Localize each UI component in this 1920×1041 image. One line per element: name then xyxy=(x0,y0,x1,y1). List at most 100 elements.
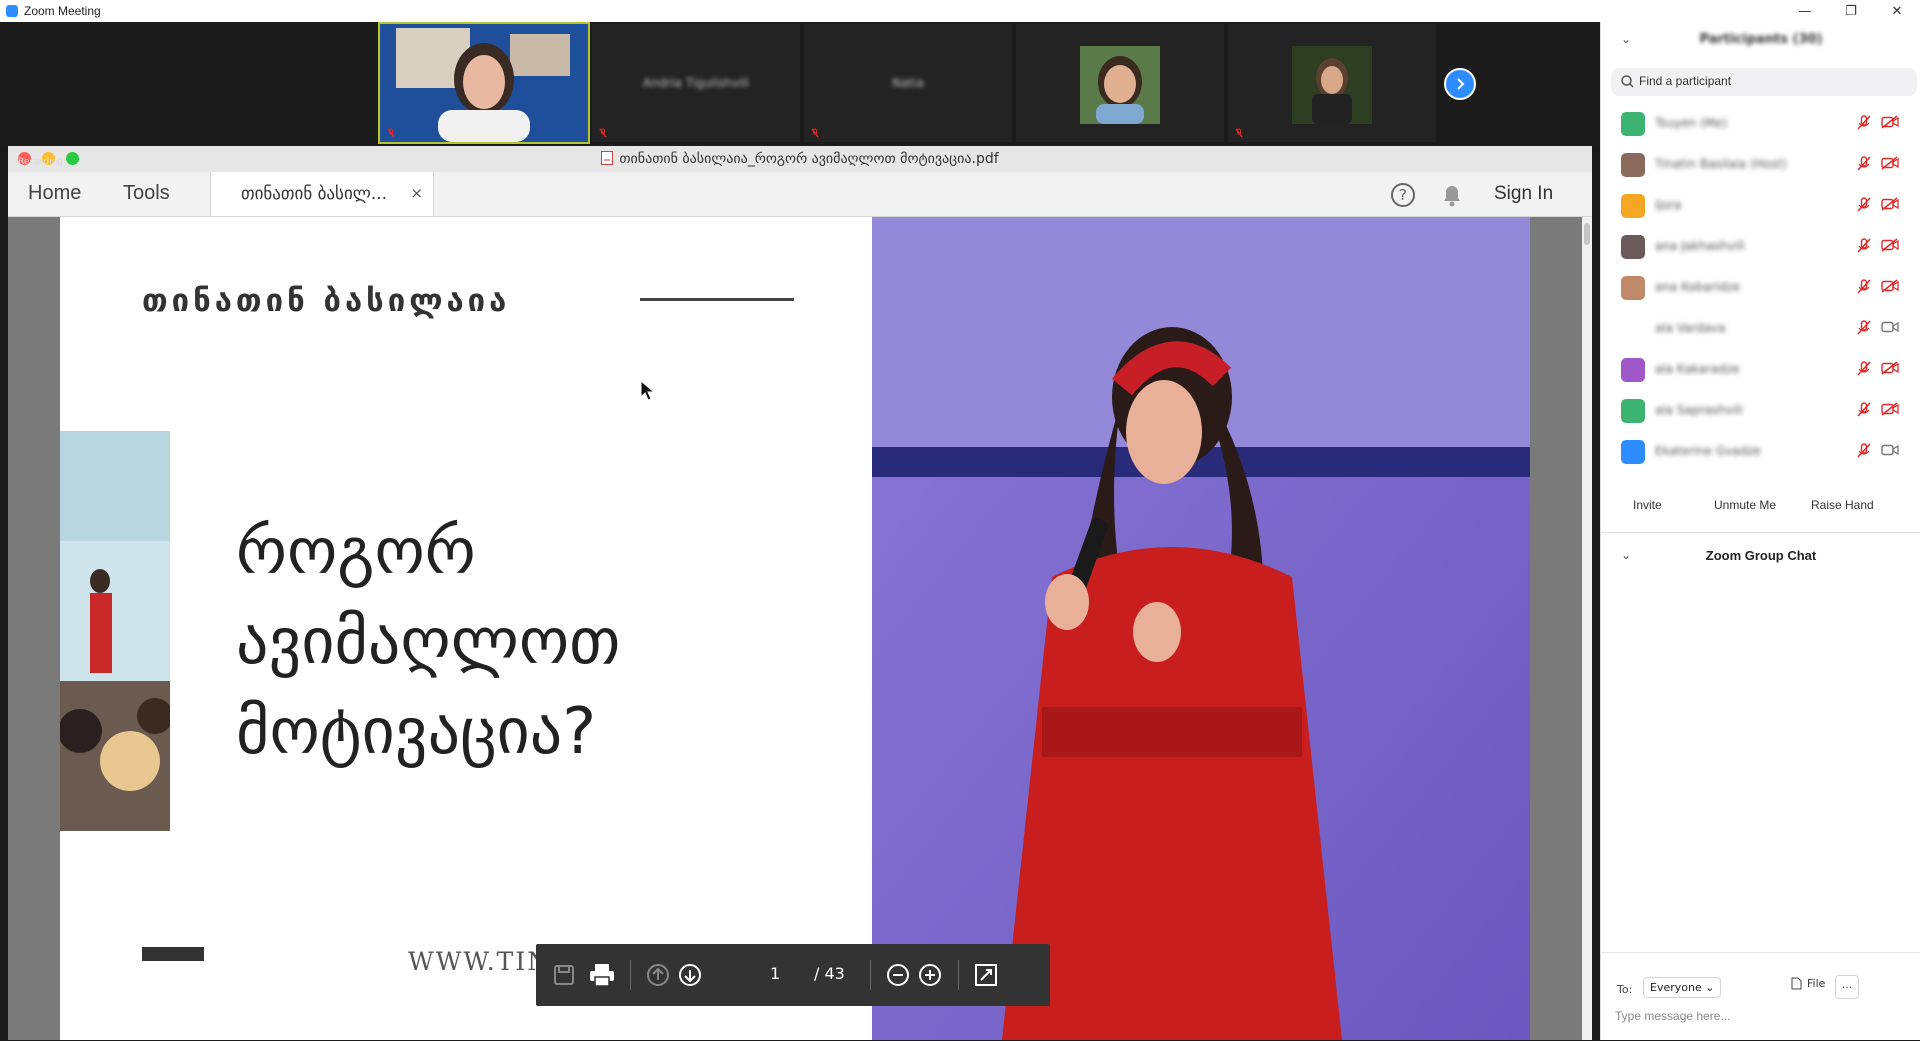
pdf-scrollbar[interactable] xyxy=(1582,217,1592,1040)
video-off-icon[interactable] xyxy=(1881,156,1899,170)
next-page-button[interactable] xyxy=(674,959,706,991)
video-off-icon[interactable] xyxy=(1881,279,1899,293)
sign-in-button[interactable]: Sign In xyxy=(1494,183,1553,205)
video-off-icon[interactable] xyxy=(1881,361,1899,375)
video-off-icon[interactable] xyxy=(1881,238,1899,252)
fit-page-icon xyxy=(975,964,997,986)
mic-muted-icon[interactable] xyxy=(1857,238,1871,254)
avatar xyxy=(1621,194,1645,218)
participant-row[interactable]: ala Vardava xyxy=(1601,309,1920,349)
svg-text:?: ? xyxy=(1399,186,1407,204)
participant-name: ana Jakhashvili xyxy=(1655,239,1745,253)
more-options-button[interactable]: ··· xyxy=(1835,975,1859,999)
participant-row[interactable]: ala Kakaradze xyxy=(1601,350,1920,390)
video-off-icon[interactable] xyxy=(1881,197,1899,211)
previous-page-button[interactable] xyxy=(642,959,674,991)
scroll-thumb[interactable] xyxy=(1584,223,1590,245)
window-titlebar: Zoom Meeting — ❐ ✕ xyxy=(0,0,1920,22)
mic-muted-icon[interactable] xyxy=(1857,402,1871,418)
mic-muted-icon[interactable] xyxy=(1857,115,1871,131)
raise-hand-button[interactable]: Raise Hand xyxy=(1811,492,1874,518)
participant-video xyxy=(1016,24,1224,142)
video-tile[interactable] xyxy=(1228,24,1436,142)
divider xyxy=(1601,532,1920,533)
participant-name: Ekaterine Gvadze xyxy=(1655,444,1761,458)
mic-muted-icon[interactable] xyxy=(1857,279,1871,295)
tools-tab[interactable]: Tools xyxy=(123,182,170,205)
pdf-page-controls: 1 / 43 xyxy=(536,944,1050,1006)
avatar xyxy=(1621,153,1645,177)
save-button[interactable] xyxy=(548,959,580,991)
window-title: Zoom Meeting xyxy=(24,4,101,18)
restore-button[interactable]: ❐ xyxy=(1828,0,1874,22)
video-on-icon[interactable] xyxy=(1881,443,1899,457)
separator xyxy=(630,960,631,990)
invite-button[interactable]: Invite xyxy=(1633,492,1662,518)
participant-row[interactable]: ana Jakhashvili xyxy=(1601,227,1920,267)
participant-row[interactable]: Tinatin Basilaia (Host) xyxy=(1601,145,1920,185)
home-tab[interactable]: Home xyxy=(28,182,81,205)
slide-title-line: მოტივაცია? xyxy=(236,695,597,769)
participants-header[interactable]: ⌄ Participants (30) xyxy=(1601,30,1920,54)
chat-header[interactable]: ⌄ Zoom Group Chat xyxy=(1601,544,1920,570)
avatar xyxy=(1621,112,1645,136)
decorative-line xyxy=(640,298,794,301)
participant-name: Ijora xyxy=(1655,198,1682,212)
avatar xyxy=(1621,317,1645,341)
avatar xyxy=(1621,235,1645,259)
video-tile[interactable]: Natia xyxy=(804,24,1012,142)
mic-muted-icon xyxy=(387,128,395,138)
speaker-large-photo xyxy=(872,217,1530,1040)
bell-icon[interactable] xyxy=(1440,182,1464,208)
participants-title: Participants (30) xyxy=(1699,32,1823,47)
message-input[interactable]: Type message here... xyxy=(1615,1009,1730,1023)
pdf-canvas[interactable]: თინათინ ბასილაია როგორ ავიმაღლოთ მოტივაც… xyxy=(8,217,1582,1040)
participant-row[interactable]: Tsuyen (Me) xyxy=(1601,104,1920,144)
mic-muted-icon[interactable] xyxy=(1857,361,1871,377)
pdf-titlebar: Recording თინათინ ბასილაია_როგორ ავიმაღლ… xyxy=(8,146,1592,173)
recipient-select[interactable]: Everyone ⌄ xyxy=(1643,977,1722,998)
find-participant-search[interactable]: Find a participant xyxy=(1611,68,1917,96)
separator xyxy=(958,960,959,990)
avatar xyxy=(1621,399,1645,423)
fit-page-button[interactable] xyxy=(970,959,1002,991)
document-tab[interactable]: თინათინ ბასილ... × xyxy=(210,172,434,216)
participant-row[interactable]: ana Kobaridze xyxy=(1601,268,1920,308)
slide-title-line: ავიმაღლოთ xyxy=(236,605,621,679)
tab-close-icon[interactable]: × xyxy=(410,184,423,202)
video-strip: Andria Tigulishvili Natia xyxy=(0,22,1600,146)
video-off-icon[interactable] xyxy=(1881,115,1899,129)
file-label: File xyxy=(1807,977,1826,990)
close-window-button[interactable]: ✕ xyxy=(1874,0,1920,22)
slide-title: როგორ ავიმაღლოთ მოტივაცია? xyxy=(236,507,756,777)
video-off-icon[interactable] xyxy=(1881,402,1899,416)
file-button[interactable]: File xyxy=(1791,977,1825,990)
pdf-file-title: თინათინ ბასილაია_როგორ ავიმაღლოთ მოტივაც… xyxy=(8,151,1592,167)
print-button[interactable] xyxy=(586,959,618,991)
participant-row[interactable]: ala Saprashvili xyxy=(1601,391,1920,431)
arrow-up-icon xyxy=(647,964,669,986)
video-tile[interactable]: Andria Tigulishvili xyxy=(592,24,800,142)
minimize-button[interactable]: — xyxy=(1782,0,1828,22)
zoom-in-button[interactable] xyxy=(914,959,946,991)
video-tile[interactable] xyxy=(1016,24,1224,142)
video-tile-active-speaker[interactable] xyxy=(378,22,590,144)
participant-row[interactable]: Ijora xyxy=(1601,186,1920,226)
mic-muted-icon[interactable] xyxy=(1857,197,1871,213)
mic-muted-icon[interactable] xyxy=(1857,320,1871,336)
participant-row[interactable]: Ekaterine Gvadze xyxy=(1601,432,1920,472)
arrow-down-icon xyxy=(679,964,701,986)
next-videos-button[interactable] xyxy=(1444,68,1476,100)
zoom-app-icon xyxy=(6,5,18,17)
unmute-me-button[interactable]: Unmute Me xyxy=(1714,492,1776,518)
help-icon[interactable]: ? xyxy=(1390,182,1416,208)
current-page-input[interactable]: 1 xyxy=(770,964,780,983)
save-icon xyxy=(554,965,574,985)
mic-muted-icon[interactable] xyxy=(1857,443,1871,459)
participant-name: Natia xyxy=(892,76,924,90)
video-on-icon[interactable] xyxy=(1881,320,1899,334)
zoom-out-button[interactable] xyxy=(882,959,914,991)
chat-compose: To: Everyone ⌄ File ··· Type message her… xyxy=(1601,952,1920,1041)
decorative-dash xyxy=(142,947,204,961)
mic-muted-icon[interactable] xyxy=(1857,156,1871,172)
